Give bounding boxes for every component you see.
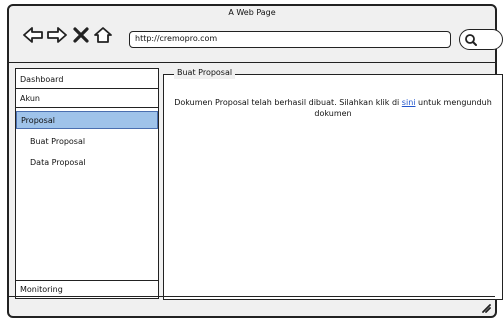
sidebar-item-dashboard[interactable]: Dashboard xyxy=(16,71,158,89)
sidebar-item-buat-proposal[interactable]: Buat Proposal xyxy=(16,133,158,151)
toolbar-divider xyxy=(9,62,495,63)
stop-x-icon[interactable] xyxy=(73,27,93,47)
sidebar-item-data-proposal[interactable]: Data Proposal xyxy=(16,154,158,172)
panel-legend: Buat Proposal xyxy=(174,67,236,79)
sidebar: Dashboard Akun Proposal Buat Proposal Da… xyxy=(15,68,159,299)
home-icon[interactable] xyxy=(93,26,113,46)
url-input[interactable]: http://cremopro.com xyxy=(129,31,451,48)
download-link[interactable]: sini xyxy=(402,98,416,107)
search-icon xyxy=(465,34,477,46)
sidebar-item-akun[interactable]: Akun xyxy=(16,90,158,108)
success-message: Dokumen Proposal telah berhasil dibuat. … xyxy=(174,97,492,119)
content-panel: Buat Proposal Dokumen Proposal telah ber… xyxy=(163,67,503,300)
resize-grip-icon[interactable] xyxy=(479,301,491,313)
browser-window: A Web Page http://cremopro.com Dashboard… xyxy=(7,4,503,318)
message-text-before: Dokumen Proposal telah berhasil dibuat. … xyxy=(174,98,402,107)
status-bar xyxy=(9,296,495,316)
search-button[interactable] xyxy=(459,29,503,50)
forward-arrow-icon[interactable] xyxy=(47,26,67,46)
back-arrow-icon[interactable] xyxy=(23,26,43,46)
window-title: A Web Page xyxy=(228,8,276,17)
sidebar-item-proposal[interactable]: Proposal xyxy=(16,111,158,129)
